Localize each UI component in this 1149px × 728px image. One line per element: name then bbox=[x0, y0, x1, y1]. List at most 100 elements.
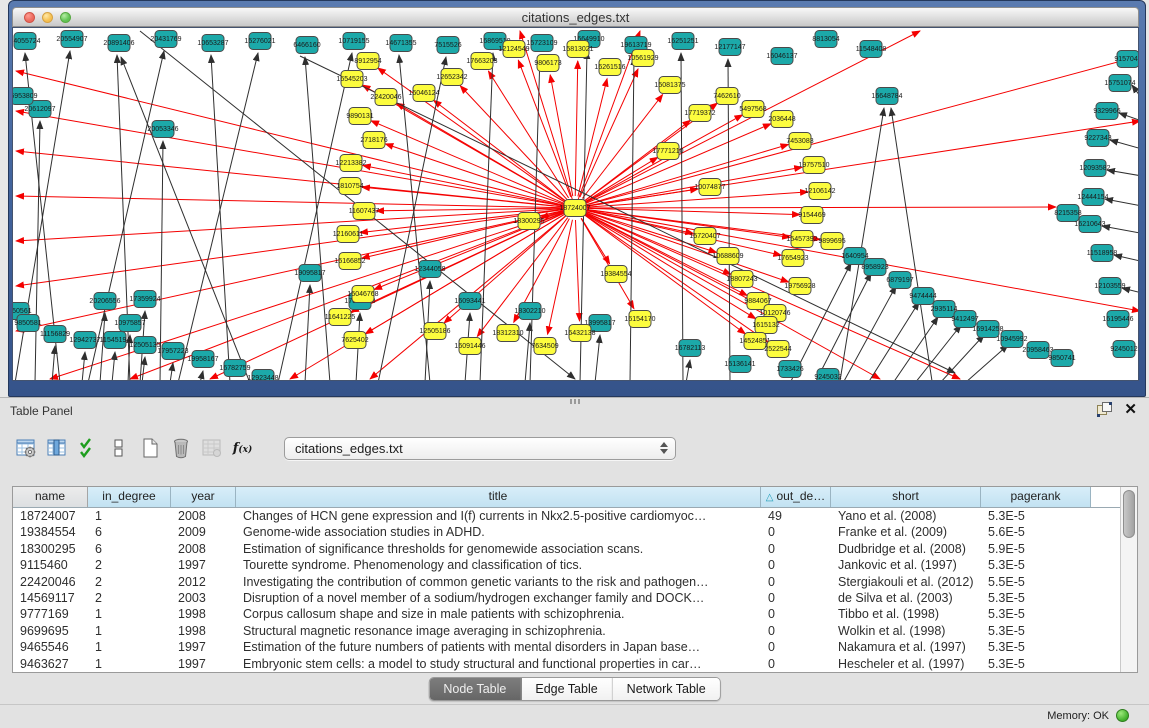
graph-node-yellow[interactable]: 15166852 bbox=[334, 253, 365, 270]
graph-node-teal[interactable]: 9329966 bbox=[1093, 103, 1120, 120]
cell-title[interactable]: Embryonic stem cells: a model to study s… bbox=[236, 656, 761, 672]
graph-node-teal[interactable]: 20431769 bbox=[150, 31, 181, 48]
cell-in_degree[interactable]: 1 bbox=[88, 606, 171, 622]
graph-node-yellow[interactable]: 19757510 bbox=[798, 157, 829, 174]
graph-node-teal[interactable]: 11548408 bbox=[856, 41, 887, 58]
graph-node-yellow[interactable]: 17771210 bbox=[652, 143, 683, 160]
cell-title[interactable]: Corpus callosum shape and size in male p… bbox=[236, 606, 761, 622]
cell-out_de[interactable]: 0 bbox=[761, 639, 831, 655]
cell-in_degree[interactable]: 1 bbox=[88, 508, 171, 524]
show-columns-icon[interactable] bbox=[43, 435, 70, 462]
graph-node-teal[interactable]: 12093582 bbox=[1079, 160, 1110, 177]
cell-year[interactable]: 1998 bbox=[171, 623, 236, 639]
graph-node-teal[interactable]: 12444154 bbox=[1077, 189, 1108, 206]
cell-pagerank[interactable]: 5.3E-5 bbox=[981, 656, 1091, 672]
graph-node-yellow[interactable]: 8912954 bbox=[354, 53, 381, 70]
graph-node-yellow[interactable]: 11607437 bbox=[349, 203, 380, 220]
cell-in_degree[interactable]: 2 bbox=[88, 590, 171, 606]
graph-node-yellow[interactable]: 12505186 bbox=[419, 323, 450, 340]
graph-node-yellow[interactable]: 17654923 bbox=[777, 250, 808, 267]
graph-node-teal[interactable]: 16195446 bbox=[1102, 311, 1133, 328]
cell-in_degree[interactable]: 6 bbox=[88, 524, 171, 540]
graph-node-teal[interactable]: 12103559 bbox=[1094, 278, 1125, 295]
cell-year[interactable]: 2008 bbox=[171, 508, 236, 524]
cell-out_de[interactable]: 0 bbox=[761, 541, 831, 557]
graph-node-yellow[interactable]: 9806173 bbox=[534, 55, 561, 72]
cell-pagerank[interactable]: 5.3E-5 bbox=[981, 639, 1091, 655]
graph-node-teal[interactable]: 14055724 bbox=[13, 33, 41, 50]
graph-node-teal[interactable]: 16093441 bbox=[454, 293, 485, 310]
cell-year[interactable]: 2009 bbox=[171, 524, 236, 540]
graph-node-teal[interactable]: 15751074 bbox=[1104, 75, 1135, 92]
cell-in_degree[interactable]: 1 bbox=[88, 656, 171, 672]
graph-node-teal[interactable]: 12344058 bbox=[414, 261, 445, 278]
table-row[interactable]: 977716911998Corpus callosum shape and si… bbox=[13, 606, 1121, 622]
cell-title[interactable]: Structural magnetic resonance image aver… bbox=[236, 623, 761, 639]
column-header-name[interactable]: name bbox=[13, 487, 88, 507]
graph-node-yellow[interactable]: 10688609 bbox=[712, 248, 743, 265]
panel-resize-grip[interactable] bbox=[570, 399, 580, 404]
cell-title[interactable]: Changes of HCN gene expression and I(f) … bbox=[236, 508, 761, 524]
graph-node-teal[interactable]: 18302210 bbox=[514, 303, 545, 320]
graph-node-teal[interactable]: 9850581 bbox=[14, 315, 41, 332]
tab-edge-table[interactable]: Edge Table bbox=[521, 678, 612, 700]
graph-node-yellow[interactable]: 15046768 bbox=[347, 286, 378, 303]
scrollbar-thumb[interactable] bbox=[1123, 490, 1135, 538]
graph-node-yellow[interactable]: 15457392 bbox=[786, 231, 817, 248]
table-row[interactable]: 2242004622012Investigating the contribut… bbox=[13, 574, 1121, 590]
graph-node-teal[interactable]: 15136141 bbox=[724, 356, 755, 373]
graph-node-teal[interactable]: 10653287 bbox=[197, 35, 228, 52]
function-builder-icon[interactable]: f(x) bbox=[229, 435, 256, 462]
column-header-year[interactable]: year bbox=[171, 487, 236, 507]
graph-node-yellow[interactable]: 2718176 bbox=[360, 132, 387, 149]
cell-short[interactable]: de Silva et al. (2003) bbox=[831, 590, 981, 606]
graph-node-yellow[interactable]: 11641225 bbox=[325, 309, 356, 326]
cell-short[interactable]: Stergiakouli et al. (2012) bbox=[831, 574, 981, 590]
memory-ok-indicator[interactable] bbox=[1116, 709, 1129, 722]
cell-title[interactable]: Investigating the contribution of common… bbox=[236, 574, 761, 590]
graph-node-teal[interactable]: 10719155 bbox=[338, 33, 369, 50]
graph-node-yellow[interactable]: 7462610 bbox=[713, 88, 740, 105]
graph-node-teal[interactable]: 19958167 bbox=[187, 351, 218, 368]
graph-node-teal[interactable]: 16251251 bbox=[667, 33, 698, 50]
graph-node-center[interactable]: 18724007 bbox=[559, 200, 590, 217]
select-all-icon[interactable] bbox=[74, 435, 101, 462]
cell-in_degree[interactable]: 6 bbox=[88, 541, 171, 557]
graph-node-yellow[interactable]: 12213382 bbox=[335, 155, 366, 172]
table-row[interactable]: 911546021997Tourette syndrome. Phenomeno… bbox=[13, 557, 1121, 573]
cell-out_de[interactable]: 0 bbox=[761, 590, 831, 606]
graph-node-teal[interactable]: 9850741 bbox=[1048, 350, 1075, 367]
graph-node-teal[interactable]: 12942737 bbox=[69, 332, 100, 349]
network-window[interactable]: citations_edges.txt 14055724205549072089… bbox=[8, 0, 1146, 397]
graph-node-teal[interactable]: 20053346 bbox=[147, 121, 178, 138]
cell-pagerank[interactable]: 5.3E-5 bbox=[981, 557, 1091, 573]
graph-node-yellow[interactable]: 18300295 bbox=[513, 213, 544, 230]
graph-node-teal[interactable]: 8215358 bbox=[1054, 205, 1081, 222]
cell-short[interactable]: Wolkin et al. (1998) bbox=[831, 623, 981, 639]
graph-node-teal[interactable]: 12177147 bbox=[714, 39, 745, 56]
cell-pagerank[interactable]: 5.5E-5 bbox=[981, 574, 1091, 590]
graph-node-yellow[interactable]: 16432138 bbox=[564, 325, 595, 342]
table-row[interactable]: 1830029562008Estimation of significance … bbox=[13, 541, 1121, 557]
cell-name[interactable]: 9463627 bbox=[13, 656, 88, 672]
graph-node-teal[interactable]: 16648784 bbox=[871, 88, 902, 105]
graph-node-yellow[interactable]: 12652342 bbox=[436, 69, 467, 86]
graph-node-yellow[interactable]: 12124549 bbox=[498, 41, 529, 58]
cell-out_de[interactable]: 49 bbox=[761, 508, 831, 524]
cell-name[interactable]: 18724007 bbox=[13, 508, 88, 524]
table-row[interactable]: 946554611997Estimation of the future num… bbox=[13, 639, 1121, 655]
cell-out_de[interactable]: 0 bbox=[761, 623, 831, 639]
graph-node-teal[interactable]: 11518958 bbox=[1087, 245, 1118, 262]
graph-node-yellow[interactable]: 2522544 bbox=[764, 341, 791, 358]
cell-pagerank[interactable]: 5.3E-5 bbox=[981, 606, 1091, 622]
graph-node-yellow[interactable]: 16545203 bbox=[336, 71, 367, 88]
graph-node-yellow[interactable]: 18807243 bbox=[726, 271, 757, 288]
graph-node-teal[interactable]: 16914258 bbox=[972, 321, 1003, 338]
new-table-icon[interactable] bbox=[136, 435, 163, 462]
graph-node-yellow[interactable]: 16046124 bbox=[408, 85, 439, 102]
graph-node-yellow[interactable]: 19384554 bbox=[600, 266, 631, 283]
cell-in_degree[interactable]: 1 bbox=[88, 639, 171, 655]
graph-node-teal[interactable]: 16046137 bbox=[766, 48, 797, 65]
cell-out_de[interactable]: 0 bbox=[761, 606, 831, 622]
table-row[interactable]: 1872400712008Changes of HCN gene express… bbox=[13, 508, 1121, 524]
